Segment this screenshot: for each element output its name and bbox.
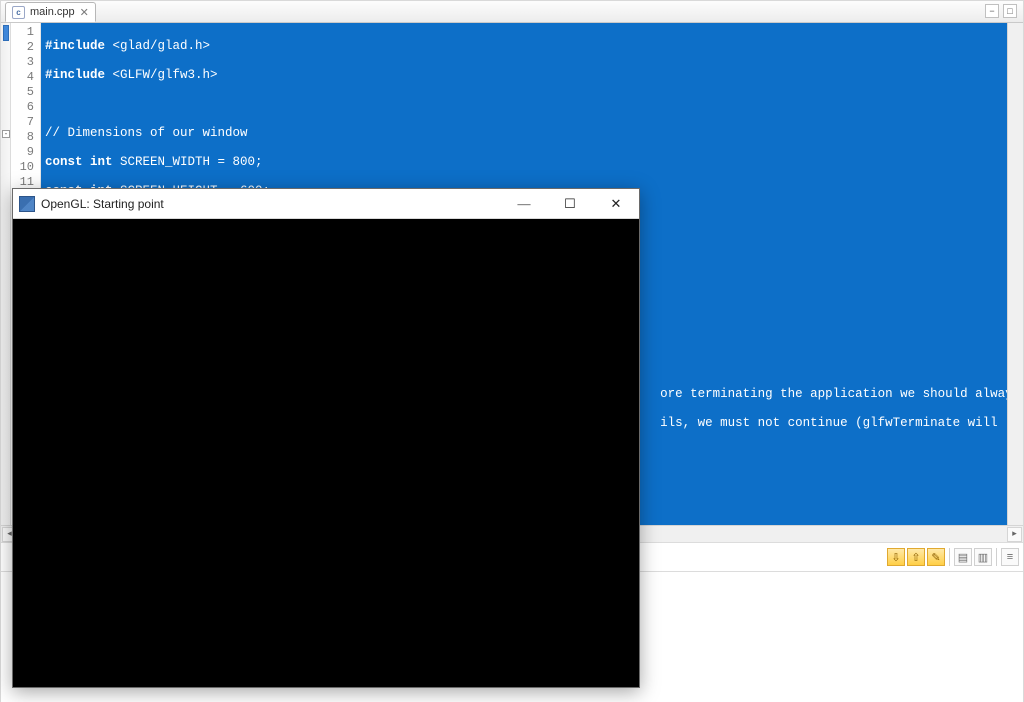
- nav-up-icon[interactable]: ⇧: [907, 548, 925, 566]
- line-number: 2: [13, 40, 34, 55]
- folding-strip[interactable]: -: [1, 23, 11, 525]
- panel-layout1-icon[interactable]: ▤: [954, 548, 972, 566]
- fold-toggle-icon[interactable]: -: [2, 130, 10, 138]
- opengl-titlebar[interactable]: OpenGL: Starting point — ☐ ✕: [13, 189, 639, 219]
- tab-main-cpp[interactable]: c main.cpp ✕: [5, 2, 96, 22]
- window-buttons: — ☐ ✕: [501, 189, 639, 218]
- line-number: 10: [13, 160, 34, 175]
- opengl-output-window[interactable]: OpenGL: Starting point — ☐ ✕: [12, 188, 640, 688]
- toolbar-separator: [996, 548, 997, 566]
- close-button[interactable]: ✕: [593, 189, 639, 218]
- list-icon[interactable]: ≡: [1001, 548, 1019, 566]
- toolbar-separator: [949, 548, 950, 566]
- nav-down-icon[interactable]: ⇩: [887, 548, 905, 566]
- line-number: 7: [13, 115, 34, 130]
- scroll-right-icon[interactable]: ▸: [1007, 527, 1022, 542]
- opengl-client-area[interactable]: [13, 219, 639, 687]
- opengl-window-title: OpenGL: Starting point: [41, 197, 501, 211]
- tab-filename: main.cpp: [30, 6, 75, 18]
- line-number: 8: [13, 130, 34, 145]
- panel-layout2-icon[interactable]: ▥: [974, 548, 992, 566]
- line-number: 6: [13, 100, 34, 115]
- maximize-button[interactable]: ☐: [547, 189, 593, 218]
- line-number: 5: [13, 85, 34, 100]
- opengl-app-icon: [19, 196, 35, 212]
- highlight-icon[interactable]: ✎: [927, 548, 945, 566]
- vertical-scrollbar[interactable]: [1007, 23, 1023, 525]
- line-number: 4: [13, 70, 34, 85]
- close-tab-icon[interactable]: ✕: [80, 6, 89, 19]
- line-number: 3: [13, 55, 34, 70]
- editor-tabbar: c main.cpp ✕ − □: [1, 1, 1023, 23]
- minimize-button[interactable]: —: [501, 189, 547, 218]
- minimize-view-icon[interactable]: −: [985, 4, 999, 18]
- selection-marker-icon: [3, 25, 9, 41]
- maximize-view-icon[interactable]: □: [1003, 4, 1017, 18]
- tab-right-controls: − □: [985, 4, 1017, 18]
- line-number: 9: [13, 145, 34, 160]
- cpp-file-icon: c: [12, 6, 25, 19]
- line-number: 1: [13, 25, 34, 40]
